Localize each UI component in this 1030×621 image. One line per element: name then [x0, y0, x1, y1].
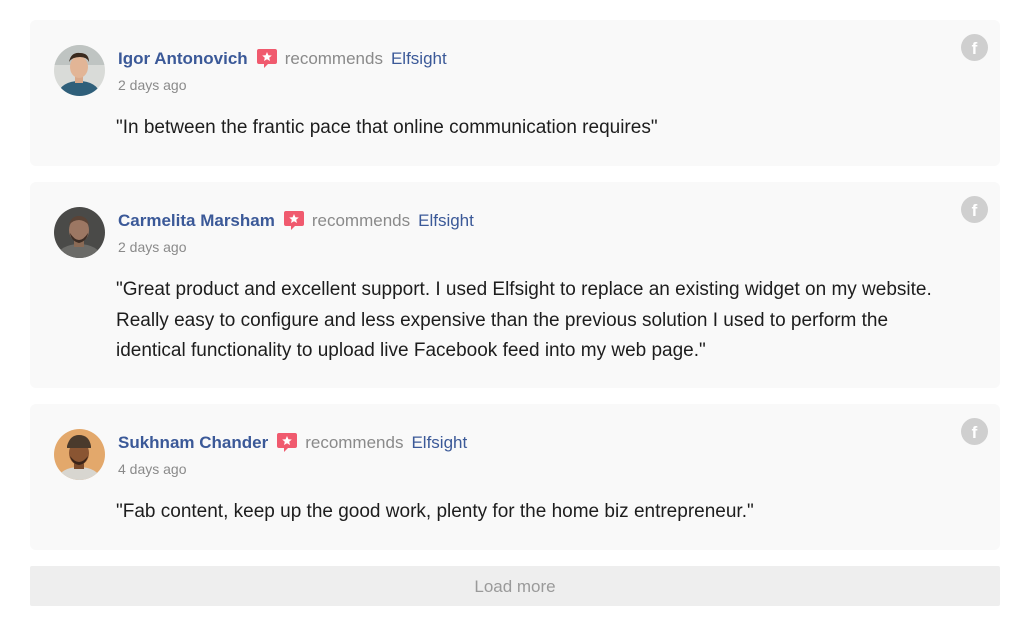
avatar[interactable] — [54, 429, 105, 480]
review-card: Igor Antonovich recommends Elfsight 2 da… — [30, 20, 1000, 166]
author-name[interactable]: Igor Antonovich — [118, 49, 248, 69]
avatar[interactable] — [54, 45, 105, 96]
page-link[interactable]: Elfsight — [418, 211, 474, 231]
recommends-label: recommends — [305, 433, 404, 452]
review-time: 2 days ago — [118, 239, 187, 255]
review-text: "Fab content, keep up the good work, ple… — [116, 501, 754, 522]
load-more-button[interactable]: Load more — [30, 566, 1000, 606]
review-card: Sukhnam Chander recommends Elfsight 4 da… — [30, 404, 1000, 550]
review-text: "In between the frantic pace that online… — [116, 117, 658, 138]
review-header: Igor Antonovich recommends Elfsight — [118, 48, 447, 70]
review-time: 2 days ago — [118, 77, 187, 93]
recommend-star-icon — [283, 209, 305, 231]
facebook-icon[interactable]: f — [961, 196, 988, 223]
recommends-label: recommends — [284, 49, 383, 68]
page-link[interactable]: Elfsight — [411, 433, 467, 453]
facebook-icon[interactable]: f — [961, 34, 988, 61]
avatar[interactable] — [54, 207, 105, 258]
review-card: Carmelita Marsham recommends Elfsight 2 … — [30, 182, 1000, 388]
review-time: 4 days ago — [118, 461, 187, 477]
author-name[interactable]: Sukhnam Chander — [118, 433, 268, 453]
page-link[interactable]: Elfsight — [391, 49, 447, 69]
review-header: Sukhnam Chander recommends Elfsight — [118, 432, 467, 454]
facebook-icon[interactable]: f — [961, 418, 988, 445]
recommends-label: recommends — [311, 211, 411, 230]
review-header: Carmelita Marsham recommends Elfsight — [118, 210, 474, 232]
review-text: "Great product and excellent support. I … — [116, 279, 932, 361]
recommend-star-icon — [256, 47, 278, 69]
reviews-feed: Igor Antonovich recommends Elfsight 2 da… — [30, 20, 1000, 566]
recommend-star-icon — [276, 431, 298, 453]
author-name[interactable]: Carmelita Marsham — [118, 211, 275, 231]
